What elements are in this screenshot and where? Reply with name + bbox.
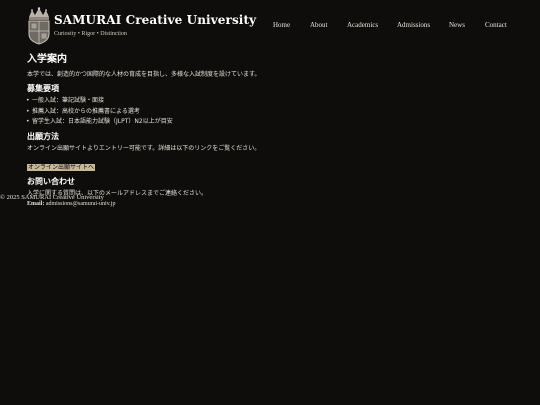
nav-academics[interactable]: Academics (347, 21, 378, 29)
intro-text: 本学では、創造的かつ国際的な人材の育成を目指し、多様な入試制度を設けています。 (27, 71, 261, 78)
contact-heading: お問い合わせ (27, 176, 75, 186)
requirements-list: • 一般入試：筆記試験・面接 • 推薦入試：高校からの推薦書による選考 • 留学生入試… (26, 96, 527, 128)
nav-about[interactable]: About (310, 21, 328, 29)
email-label: Email: (27, 200, 45, 207)
requirement-text: 一般入試：筆記試験・面接 (32, 97, 105, 104)
admissions-content: 入学案内 本学では、創造的かつ国際的な人材の育成を目指し、多様な入試制度を設けて… (26, 53, 527, 209)
requirements-heading: 募集要項 (27, 84, 59, 93)
bullet-icon: • (26, 97, 30, 104)
requirement-text: 推薦入試：高校からの推薦書による選考 (32, 107, 140, 115)
application-text: オンライン出願サイトよりエントリー可能です。詳細は以下のリンクをご覧ください。 (27, 144, 261, 152)
bullet-icon: • (26, 107, 30, 115)
nav-admissions[interactable]: Admissions (397, 21, 430, 29)
site-footer: © 2025 SAMURAI Creative University (0, 194, 104, 201)
page-title: 入学案内 (27, 54, 67, 65)
email-link[interactable]: admissions@samurai-univ.jp (46, 201, 116, 207)
online-application-link[interactable]: オンライン出願サイトへ (27, 163, 96, 171)
nav-news[interactable]: News (449, 21, 465, 29)
bullet-icon: • (26, 118, 30, 125)
list-item: • 一般入試：筆記試験・面接 (26, 96, 527, 107)
list-item: • 推薦入試：高校からの推薦書による選考 (26, 107, 527, 118)
site-header: SAMURAI Creative University Curiosity • … (0, 0, 540, 50)
application-heading: 出願方法 (27, 131, 59, 141)
list-item: • 留学生入試：日本語能力試験（JLPT）N2以上が目安 (26, 117, 527, 128)
page: SAMURAI Creative University Curiosity • … (0, 0, 540, 405)
nav-contact[interactable]: Contact (485, 21, 507, 29)
requirement-text: 留学生入試：日本語能力試験（JLPT）N2以上が目安 (32, 118, 173, 125)
nav-home[interactable]: Home (273, 21, 290, 29)
main-nav: Home About Academics Admissions News Con… (0, 21, 540, 33)
copyright-text: © 2025 SAMURAI Creative University (0, 194, 104, 201)
